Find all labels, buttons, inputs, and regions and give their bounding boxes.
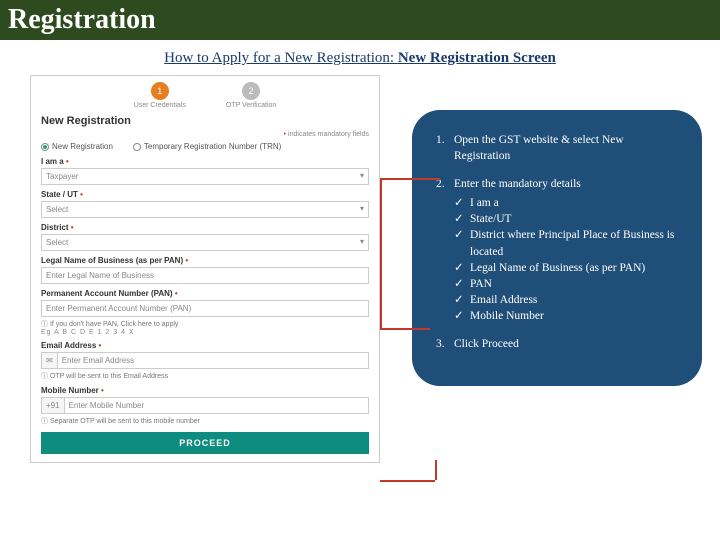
step-1-label: User Credentials [134, 102, 186, 109]
state-select[interactable]: Select [41, 201, 369, 218]
mandatory-checklist: ✓I am a ✓State/UT ✓District where Princi… [454, 195, 680, 324]
connector-line [435, 460, 437, 480]
instruction-step-3: 3. Click Proceed [436, 336, 680, 352]
email-helper: ⓘ OTP will be sent to this Email Address [41, 371, 369, 381]
title-bar: Registration [0, 0, 720, 40]
mandatory-note: • indicates mandatory fields [41, 131, 369, 138]
connector-line [380, 480, 435, 482]
radio-checked-icon [41, 143, 49, 151]
instruction-step-2: 2. Enter the mandatory details ✓I am a ✓… [436, 176, 680, 324]
step-2-circle: 2 [242, 82, 260, 100]
step-1: 1 User Credentials [134, 82, 186, 109]
proceed-button[interactable]: PROCEED [41, 432, 369, 454]
mobile-helper: ⓘ Separate OTP will be sent to this mobi… [41, 416, 369, 426]
pan-sample: Eg A B C D E 1 2 3 4 X [41, 329, 369, 336]
connector-line [380, 328, 430, 330]
page-title: Registration [8, 4, 712, 36]
connector-line [380, 178, 440, 180]
district-select[interactable]: Select [41, 234, 369, 251]
step-2-label: OTP Verification [226, 102, 276, 109]
legal-name-input[interactable]: Enter Legal Name of Business [41, 267, 369, 284]
subtitle-part2: New Registration Screen [398, 50, 556, 66]
radio-trn[interactable]: Temporary Registration Number (TRN) [133, 142, 281, 151]
form-heading: New Registration [41, 115, 369, 127]
iam-select[interactable]: Taxpayer [41, 168, 369, 185]
field-email: Email Address • ✉ Enter Email Address ⓘ … [41, 341, 369, 381]
field-iam: I am a • Taxpayer [41, 157, 369, 185]
email-icon: ✉ [41, 352, 57, 369]
pan-input[interactable]: Enter Permanent Account Number (PAN) [41, 300, 369, 317]
email-input[interactable]: Enter Email Address [57, 352, 369, 369]
field-pan: Permanent Account Number (PAN) • Enter P… [41, 289, 369, 336]
field-state: State / UT • Select [41, 190, 369, 218]
radio-new-registration[interactable]: New Registration [41, 142, 113, 151]
field-mobile: Mobile Number • +91 Enter Mobile Number … [41, 386, 369, 426]
stepper: 1 User Credentials 2 OTP Verification [41, 82, 369, 109]
mobile-prefix: +91 [41, 397, 64, 414]
pan-helper: ⓘ If you don't have PAN, Click here to a… [41, 319, 369, 329]
step-1-circle: 1 [151, 82, 169, 100]
radio-unchecked-icon [133, 143, 141, 151]
instructions-callout: 1. Open the GST website & select New Reg… [412, 110, 702, 386]
step-2: 2 OTP Verification [226, 82, 276, 109]
registration-form-panel: 1 User Credentials 2 OTP Verification Ne… [30, 75, 380, 463]
instruction-step-1: 1. Open the GST website & select New Reg… [436, 132, 680, 164]
field-legal-name: Legal Name of Business (as per PAN) • En… [41, 256, 369, 284]
registration-type-radio-group: New Registration Temporary Registration … [41, 142, 369, 151]
subtitle-part1: How to Apply for a New Registration: [164, 50, 398, 66]
field-district: District • Select [41, 223, 369, 251]
mobile-input[interactable]: Enter Mobile Number [64, 397, 369, 414]
subtitle: How to Apply for a New Registration: New… [0, 50, 720, 67]
connector-line [380, 178, 382, 328]
